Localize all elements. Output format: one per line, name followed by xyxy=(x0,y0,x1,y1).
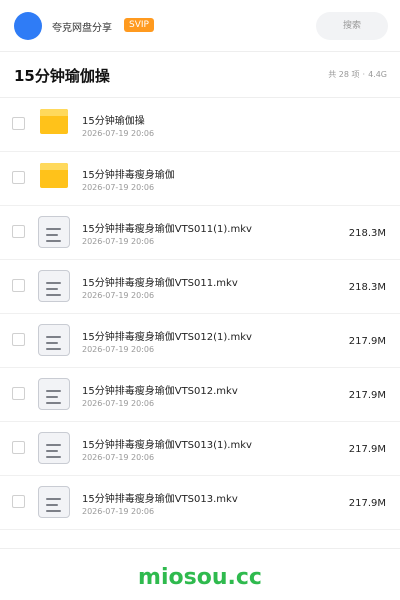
file-date: 2026-07-19 20:06 xyxy=(82,399,155,408)
file-date: 2026-07-19 20:06 xyxy=(82,291,155,300)
list-item[interactable]: 15分钟排毒瘦身瑜伽VTS012(1).mkv 2026-07-19 20:06… xyxy=(0,314,400,368)
file-name: 15分钟排毒瘦身瑜伽 xyxy=(82,170,175,181)
file-size: 218.3M xyxy=(348,228,386,239)
file-summary: 共 28 项 · 4.4G xyxy=(328,69,387,80)
file-name: 15分钟排毒瘦身瑜伽VTS012.mkv xyxy=(82,386,238,397)
document-icon xyxy=(38,432,70,464)
file-size: 217.9M xyxy=(348,390,386,401)
document-icon xyxy=(38,378,70,410)
footer: miosou.cc xyxy=(0,548,400,600)
summary-separator: · xyxy=(362,70,366,79)
select-checkbox[interactable] xyxy=(12,441,25,454)
share-header: 夸克网盘分享 SVIP 搜索 xyxy=(0,0,400,52)
list-item[interactable]: 15分钟排毒瘦身瑜伽VTS013.mkv 2026-07-19 20:06 21… xyxy=(0,476,400,530)
title-bar: 15分钟瑜伽操 共 28 项 · 4.4G xyxy=(0,52,400,98)
file-size: 217.9M xyxy=(348,498,386,509)
share-name: 夸克网盘分享 xyxy=(52,23,112,34)
list-item[interactable]: 15分钟排毒瘦身瑜伽VTS011(1).mkv 2026-07-19 20:06… xyxy=(0,206,400,260)
watermark: miosou.cc xyxy=(138,565,262,590)
file-size: 218.3M xyxy=(348,282,386,293)
select-checkbox[interactable] xyxy=(12,171,25,184)
file-date: 2026-07-19 20:06 xyxy=(82,183,155,192)
page-title: 15分钟瑜伽操 xyxy=(14,67,110,85)
folder-icon xyxy=(40,163,68,188)
file-name: 15分钟排毒瘦身瑜伽VTS011.mkv xyxy=(82,278,238,289)
list-item[interactable]: 15分钟排毒瘦身瑜伽 2026-07-19 20:06 xyxy=(0,152,400,206)
select-checkbox[interactable] xyxy=(12,279,25,292)
file-list: 15分钟瑜伽操 2026-07-19 20:06 15分钟排毒瘦身瑜伽 2026… xyxy=(0,98,400,530)
select-checkbox[interactable] xyxy=(12,117,25,130)
document-icon xyxy=(38,216,70,248)
file-name: 15分钟排毒瘦身瑜伽VTS011(1).mkv xyxy=(82,224,252,235)
file-date: 2026-07-19 20:06 xyxy=(82,453,155,462)
total-size: 4.4G xyxy=(368,70,387,79)
file-name: 15分钟排毒瘦身瑜伽VTS013.mkv xyxy=(82,494,238,505)
document-icon xyxy=(38,486,70,518)
file-date: 2026-07-19 20:06 xyxy=(82,129,155,138)
file-name: 15分钟排毒瘦身瑜伽VTS012(1).mkv xyxy=(82,332,252,343)
file-size: 217.9M xyxy=(348,444,386,455)
file-size: 217.9M xyxy=(348,336,386,347)
item-count: 共 28 项 xyxy=(328,70,360,79)
file-name: 15分钟瑜伽操 xyxy=(82,116,145,127)
select-checkbox[interactable] xyxy=(12,225,25,238)
file-date: 2026-07-19 20:06 xyxy=(82,507,155,516)
list-item[interactable]: 15分钟排毒瘦身瑜伽VTS012.mkv 2026-07-19 20:06 21… xyxy=(0,368,400,422)
list-item[interactable]: 15分钟瑜伽操 2026-07-19 20:06 xyxy=(0,98,400,152)
svip-badge: SVIP xyxy=(124,18,154,32)
document-icon xyxy=(38,324,70,356)
select-checkbox[interactable] xyxy=(12,333,25,346)
file-date: 2026-07-19 20:06 xyxy=(82,345,155,354)
document-icon xyxy=(38,270,70,302)
select-checkbox[interactable] xyxy=(12,495,25,508)
folder-icon xyxy=(40,109,68,134)
avatar[interactable] xyxy=(14,12,42,40)
file-date: 2026-07-19 20:06 xyxy=(82,237,155,246)
search-button[interactable]: 搜索 xyxy=(316,12,388,40)
list-item[interactable]: 15分钟排毒瘦身瑜伽VTS011.mkv 2026-07-19 20:06 21… xyxy=(0,260,400,314)
list-item[interactable]: 15分钟排毒瘦身瑜伽VTS013(1).mkv 2026-07-19 20:06… xyxy=(0,422,400,476)
select-checkbox[interactable] xyxy=(12,387,25,400)
file-name: 15分钟排毒瘦身瑜伽VTS013(1).mkv xyxy=(82,440,252,451)
